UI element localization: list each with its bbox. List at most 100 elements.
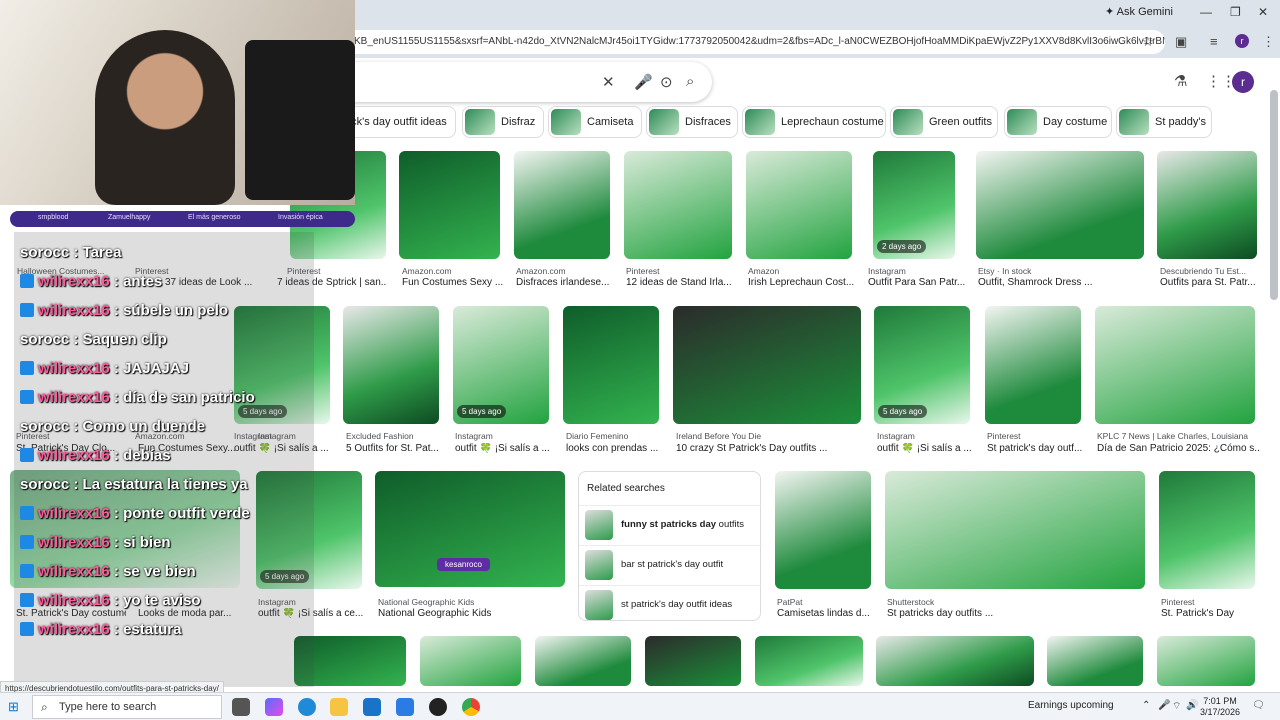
search-input[interactable]: [350, 62, 712, 102]
chip-outfit-ideas[interactable]: rick's day outfit ideas: [344, 106, 456, 138]
chip-day-costume[interactable]: Day costume: [1004, 106, 1112, 138]
media-control-icon[interactable]: ≡: [1210, 34, 1218, 49]
image-source: Shutterstock: [887, 597, 935, 607]
image-result[interactable]: [755, 636, 863, 686]
chat-message: wilirexx16 : súbele un pelo: [20, 302, 228, 319]
image-result[interactable]: [1159, 471, 1255, 589]
store-icon[interactable]: [363, 698, 381, 716]
clock[interactable]: 7:01 PM 3/17/2026: [1200, 696, 1240, 718]
profile-avatar[interactable]: r: [1235, 34, 1249, 48]
news-widget[interactable]: Earnings upcoming: [1028, 700, 1114, 711]
bookmark-star-icon[interactable]: ☆: [1142, 34, 1154, 50]
chip-st-paddys[interactable]: St paddy's: [1116, 106, 1212, 138]
account-avatar[interactable]: r: [1232, 71, 1254, 93]
image-result[interactable]: [563, 306, 659, 424]
related-search-item[interactable]: funny st patricks day outfits: [579, 505, 762, 543]
menu-kebab-icon[interactable]: ⋮: [1262, 34, 1275, 50]
image-result[interactable]: [399, 151, 500, 259]
lens-search-icon[interactable]: ⊙: [660, 73, 673, 91]
voice-search-icon[interactable]: 🎤: [634, 73, 653, 91]
image-caption[interactable]: Disfraces irlandese...: [516, 277, 616, 288]
image-result[interactable]: 5 days ago: [453, 306, 549, 424]
close-window-icon[interactable]: ✕: [1258, 5, 1268, 19]
chat-text: se ve bien: [123, 563, 196, 580]
minimize-icon[interactable]: —: [1200, 5, 1212, 19]
image-result[interactable]: [535, 636, 631, 686]
image-caption[interactable]: Irish Leprechaun Cost...: [748, 277, 862, 288]
image-result[interactable]: [985, 306, 1081, 424]
image-result[interactable]: [976, 151, 1144, 259]
windows-start-icon[interactable]: ⊞: [8, 699, 19, 715]
image-caption[interactable]: outfit 🍀 ¡Si salís a ...: [877, 443, 977, 454]
image-result[interactable]: 2 days ago: [873, 151, 955, 259]
ask-gemini-button[interactable]: ✦ Ask Gemini: [1105, 5, 1173, 18]
related-search-item[interactable]: bar st patrick's day outfit: [579, 545, 762, 583]
image-result[interactable]: [624, 151, 732, 259]
image-caption[interactable]: National Geographic Kids: [378, 608, 568, 619]
image-caption[interactable]: St patricks day outfits ...: [887, 608, 1037, 619]
chip-disfraz[interactable]: Disfraz: [462, 106, 544, 138]
image-result[interactable]: [876, 636, 1034, 686]
chat-text: súbele un pelo: [123, 302, 229, 319]
edge-icon[interactable]: [298, 698, 316, 716]
screenshot-icon[interactable]: ▣: [1175, 34, 1187, 50]
image-result[interactable]: [746, 151, 852, 259]
image-source: Pinterest: [626, 266, 660, 276]
image-caption[interactable]: Fun Costumes Sexy ...: [402, 277, 508, 288]
image-caption[interactable]: 10 crazy St Patrick's Day outfits ...: [676, 443, 866, 454]
image-caption[interactable]: outfit 🍀 ¡Si salís a ...: [455, 443, 555, 454]
chip-disfraces[interactable]: Disfraces: [646, 106, 738, 138]
clear-search-icon[interactable]: ✕: [602, 73, 615, 91]
chip-camiseta[interactable]: Camiseta: [548, 106, 642, 138]
image-caption[interactable]: Outfit, Shamrock Dress ...: [978, 277, 1138, 288]
file-explorer-icon[interactable]: [330, 698, 348, 716]
image-result[interactable]: 5 days ago: [874, 306, 970, 424]
scrollbar-thumb[interactable]: [1270, 90, 1278, 300]
search-icon[interactable]: ⌕: [686, 73, 694, 90]
mail-icon[interactable]: [396, 698, 414, 716]
task-view-icon[interactable]: [232, 698, 250, 716]
labs-flask-icon[interactable]: ⚗: [1174, 72, 1187, 90]
image-result[interactable]: [1047, 636, 1143, 686]
image-caption[interactable]: St. Patrick's Day: [1161, 608, 1257, 619]
image-result[interactable]: [1095, 306, 1255, 424]
obs-icon[interactable]: [429, 698, 447, 716]
network-icon[interactable]: ⌔: [1172, 700, 1181, 713]
image-caption[interactable]: Outfit Para San Patr...: [868, 277, 968, 288]
image-result[interactable]: [343, 306, 439, 424]
image-result[interactable]: [1157, 636, 1255, 686]
tray-chevron-icon[interactable]: ⌃: [1142, 700, 1150, 711]
chip-green-outfits[interactable]: Green outfits: [890, 106, 998, 138]
taskbar-search[interactable]: ⌕ Type here to search: [32, 695, 222, 719]
image-result[interactable]: kesanroco: [375, 471, 565, 587]
sub-name: El más generoso: [188, 214, 241, 221]
chrome-icon[interactable]: [462, 698, 480, 716]
image-caption[interactable]: 5 Outfits for St. Pat...: [346, 443, 446, 454]
image-caption[interactable]: Outfits para St. Patr...: [1160, 277, 1258, 288]
image-result[interactable]: [1157, 151, 1257, 259]
image-result[interactable]: [885, 471, 1145, 589]
image-result[interactable]: [514, 151, 610, 259]
image-caption[interactable]: St patrick's day outf...: [987, 443, 1087, 454]
mic-icon[interactable]: 🎤: [1158, 700, 1170, 711]
image-result[interactable]: [673, 306, 861, 424]
sub-name: Zamuelhappy: [108, 214, 151, 221]
address-bar[interactable]: KB_enUS1155US1155&sxsrf=ANbL-n42do_XtVN2…: [340, 30, 1165, 54]
maximize-icon[interactable]: ❐: [1230, 5, 1241, 19]
image-caption[interactable]: Día de San Patricio 2025: ¿Cómo s...: [1097, 443, 1259, 454]
image-caption[interactable]: Camisetas lindas d...: [777, 608, 877, 619]
image-result[interactable]: [420, 636, 521, 686]
related-search-item[interactable]: st patrick's day outfit ideas: [579, 585, 762, 623]
chip-leprechaun-costume[interactable]: Leprechaun costume: [742, 106, 886, 138]
image-source: KPLC 7 News | Lake Charles, Louisiana: [1097, 431, 1249, 441]
chat-separator: :: [109, 389, 124, 406]
image-result[interactable]: [645, 636, 741, 686]
image-source: Amazon.com: [516, 266, 566, 276]
image-caption[interactable]: looks con prendas ...: [566, 443, 666, 454]
volume-icon[interactable]: 🔊: [1186, 700, 1198, 711]
twitch-badge-icon: [20, 390, 34, 404]
notification-icon[interactable]: 🗨: [1252, 700, 1265, 711]
image-caption[interactable]: 12 ideas de Stand Irla...: [626, 277, 738, 288]
image-result[interactable]: [775, 471, 871, 589]
copilot-icon[interactable]: [265, 698, 283, 716]
